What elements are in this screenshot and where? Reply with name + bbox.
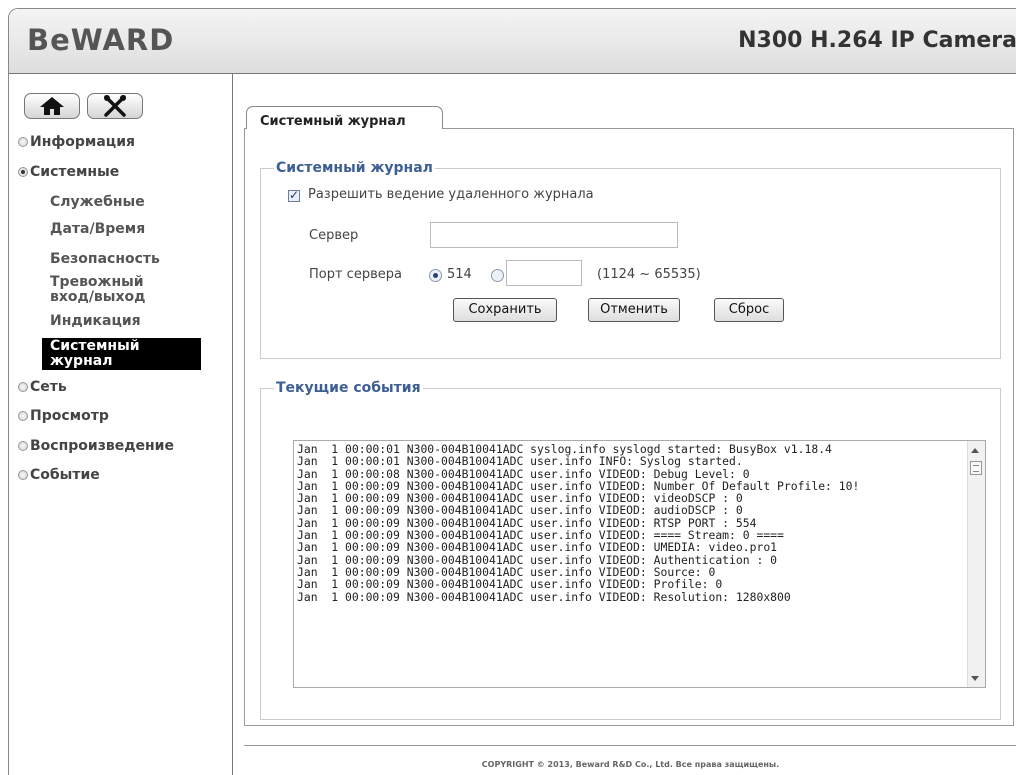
tab-syslog[interactable]: Системный журнал xyxy=(246,106,443,129)
brand-logo: BeWARD xyxy=(27,23,175,57)
menu-item-network[interactable]: Сеть xyxy=(18,379,67,395)
footer-copyright: COPYRIGHT © 2013, Beward R&D Co., Ltd. В… xyxy=(481,760,780,769)
home-button[interactable] xyxy=(24,93,80,119)
submenu-label-alarm-io-2: вход/выход xyxy=(50,289,146,305)
menu-label-system: Системные xyxy=(30,164,120,180)
syslog-settings-legend: Системный журнал xyxy=(276,160,433,176)
menu-bullet-icon xyxy=(18,167,28,177)
port-default-value: 514 xyxy=(447,267,472,282)
server-input[interactable] xyxy=(430,222,678,248)
log-scrollbar[interactable] xyxy=(967,441,985,687)
menu-item-view[interactable]: Просмотр xyxy=(18,408,109,424)
tools-icon xyxy=(104,95,126,117)
footer-divider xyxy=(244,745,1016,746)
menu-label-event: Событие xyxy=(30,467,100,483)
content-area: Системный журнал Системный журнал Разреш… xyxy=(233,74,1016,775)
remote-log-checkbox[interactable] xyxy=(288,188,300,202)
camera-model-title: N300 H.264 IP Camera xyxy=(738,28,1016,53)
scroll-up-arrow-icon[interactable] xyxy=(971,448,979,453)
menu-label-network: Сеть xyxy=(30,379,67,395)
port-custom-radio[interactable] xyxy=(491,269,504,282)
submenu-item-alarm-io[interactable]: Тревожный вход/выход xyxy=(50,275,145,305)
menu-bullet-icon xyxy=(18,470,28,480)
menu-label-info: Информация xyxy=(30,134,135,150)
menu-item-info[interactable]: Информация xyxy=(18,134,135,150)
page-frame: BeWARD N300 H.264 IP Camera Информация С… xyxy=(8,8,1016,775)
submenu-item-security[interactable]: Безопасность xyxy=(50,252,160,267)
menu-label-playback: Воспроизведение xyxy=(30,438,174,454)
current-events-legend: Текущие события xyxy=(276,380,421,396)
menu-bullet-icon xyxy=(18,411,28,421)
menu-label-view: Просмотр xyxy=(30,408,109,424)
settings-button[interactable] xyxy=(87,93,143,119)
submenu-label-alarm-io-1: Тревожный xyxy=(50,274,144,290)
scroll-down-arrow-icon[interactable] xyxy=(971,676,979,681)
port-range-hint: (1124 ~ 65535) xyxy=(597,267,701,282)
scroll-thumb[interactable] xyxy=(970,461,982,475)
submenu-label-syslog-1: Системный xyxy=(50,338,140,354)
save-button[interactable]: Сохранить xyxy=(453,298,557,322)
menu-item-system[interactable]: Системные xyxy=(18,164,119,180)
menu-bullet-icon xyxy=(18,382,28,392)
sidebar: Информация Системные Служебные Дата/Врем… xyxy=(9,74,233,775)
remote-log-label: Разрешить ведение удаленного журнала xyxy=(308,187,594,202)
port-custom-input[interactable] xyxy=(506,260,582,286)
reset-button[interactable]: Сброс xyxy=(714,298,784,322)
submenu-item-indication[interactable]: Индикация xyxy=(50,314,141,329)
log-content: Jan 1 00:00:01 N300-004B10041ADC syslog.… xyxy=(297,442,860,604)
submenu-item-service[interactable]: Служебные xyxy=(50,195,145,210)
home-icon xyxy=(40,97,64,115)
menu-bullet-icon xyxy=(18,137,28,147)
submenu-item-datetime[interactable]: Дата/Время xyxy=(50,222,145,237)
port-default-radio[interactable] xyxy=(429,269,442,282)
menu-bullet-icon xyxy=(18,441,28,451)
server-label: Сервер xyxy=(309,228,359,243)
submenu-label-syslog-2: журнал xyxy=(50,353,113,369)
menu-item-playback[interactable]: Воспроизведение xyxy=(18,438,174,454)
log-textarea[interactable]: Jan 1 00:00:01 N300-004B10041ADC syslog.… xyxy=(293,440,986,688)
server-port-label: Порт сервера xyxy=(309,267,402,282)
submenu-item-syslog[interactable]: Системный журнал xyxy=(42,338,201,370)
header: BeWARD N300 H.264 IP Camera xyxy=(9,9,1016,74)
menu-item-event[interactable]: Событие xyxy=(18,467,100,483)
cancel-button[interactable]: Отменить xyxy=(588,298,680,322)
